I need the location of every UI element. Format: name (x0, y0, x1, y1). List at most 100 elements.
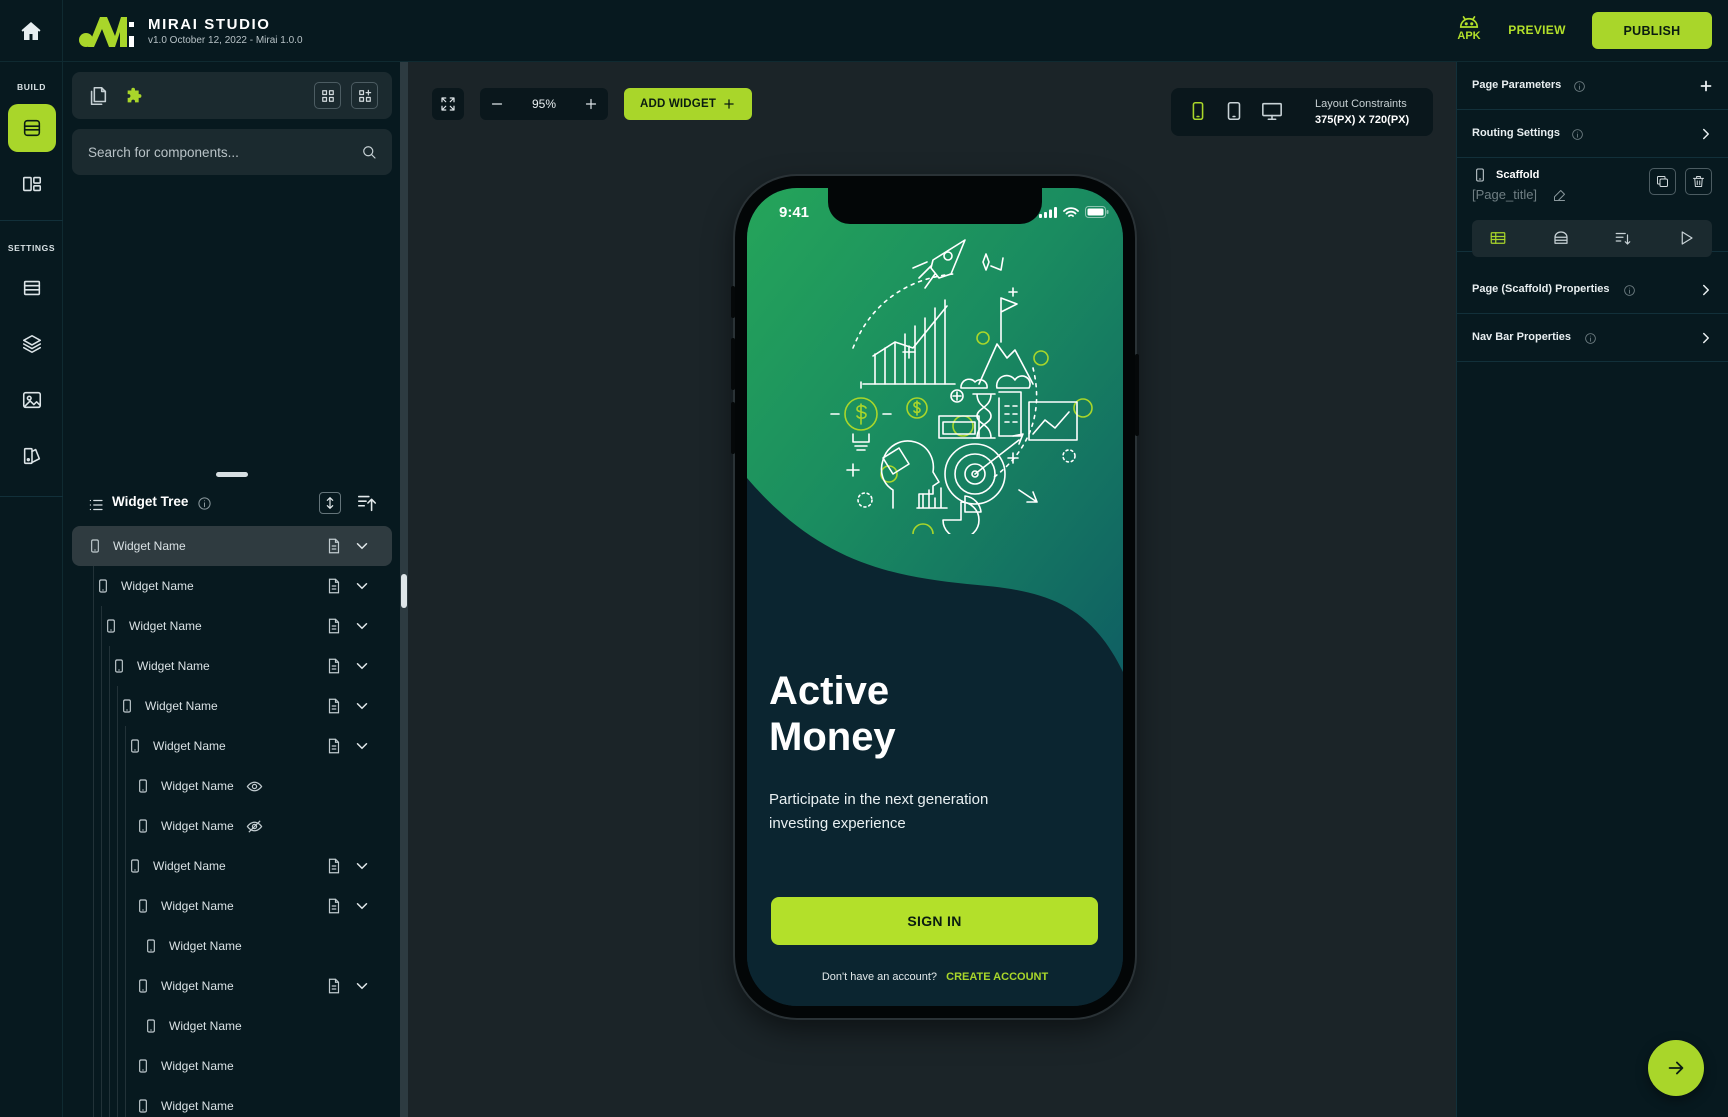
expand-all-button[interactable] (319, 492, 341, 514)
document-icon[interactable] (325, 977, 343, 995)
add-component-button[interactable] (351, 82, 378, 109)
phone-icon (131, 739, 139, 753)
tree-row[interactable]: Widget Name (135, 766, 392, 806)
collapse-all-icon[interactable] (356, 492, 378, 514)
grid-view-button[interactable] (314, 82, 341, 109)
tablet-device-icon[interactable] (1223, 100, 1245, 122)
pages-tab[interactable] (85, 83, 111, 109)
tree-row[interactable]: Widget Name (72, 526, 392, 566)
next-fab-button[interactable] (1648, 1040, 1704, 1096)
chevron-right-icon[interactable] (1697, 281, 1715, 299)
tree-row[interactable]: Widget Name (103, 606, 392, 646)
tree-row[interactable]: Widget Name (119, 686, 392, 726)
chevron-down-icon[interactable] (353, 657, 371, 675)
info-icon[interactable] (1623, 284, 1636, 297)
document-icon[interactable] (325, 737, 343, 755)
nav-bar-properties-row[interactable]: Nav Bar Properties (1457, 314, 1728, 362)
chevron-down-icon[interactable] (353, 617, 371, 635)
rail-theme-button[interactable] (8, 432, 56, 480)
chevron-down-icon[interactable] (353, 577, 371, 595)
component-search (72, 129, 392, 175)
zoom-out-icon[interactable] (488, 95, 506, 113)
device-selector: Layout Constraints 375(PX) X 720(PX) (1171, 88, 1433, 136)
preview-button[interactable]: PREVIEW (1500, 13, 1574, 47)
tree-row[interactable]: Widget Name (135, 1086, 392, 1117)
document-icon[interactable] (325, 897, 343, 915)
document-icon[interactable] (325, 617, 343, 635)
tree-row[interactable]: Widget Name (135, 806, 392, 846)
tree-row[interactable]: Widget Name (95, 566, 392, 606)
sign-in-button[interactable]: SIGN IN (771, 897, 1098, 945)
layout-constraints-label: Layout Constraints (1315, 98, 1407, 110)
tree-row[interactable]: Widget Name (135, 886, 392, 926)
apk-button[interactable]: APK (1452, 14, 1486, 42)
page-properties-row[interactable]: Page (Scaffold) Properties (1457, 266, 1728, 314)
components-tab[interactable] (122, 83, 148, 109)
page-parameters-label: Page Parameters (1472, 79, 1562, 91)
scaffold-page-title[interactable]: [Page_title] (1472, 187, 1537, 202)
home-icon (21, 22, 41, 40)
scaffold-tabs (1472, 220, 1712, 257)
add-parameter-icon[interactable] (1697, 77, 1715, 95)
search-input[interactable] (88, 129, 348, 175)
desktop-device-icon[interactable] (1261, 100, 1283, 122)
phone-side-button (1135, 354, 1139, 436)
panel-resize-handle[interactable] (63, 472, 400, 478)
properties-tab-icon[interactable] (1489, 229, 1507, 247)
chevron-down-icon[interactable] (353, 897, 371, 915)
add-widget-button[interactable]: ADD WIDGET (624, 88, 752, 120)
search-icon[interactable] (360, 143, 378, 161)
chevron-down-icon[interactable] (353, 537, 371, 555)
rail-list-button[interactable] (8, 264, 56, 312)
document-icon[interactable] (325, 697, 343, 715)
duplicate-button[interactable] (1649, 168, 1676, 195)
edit-icon[interactable] (1552, 188, 1567, 203)
routing-settings-row[interactable]: Routing Settings (1457, 110, 1728, 158)
document-icon[interactable] (325, 537, 343, 555)
eye-off-icon[interactable] (246, 818, 263, 835)
create-account-link[interactable]: CREATE ACCOUNT (946, 971, 1048, 983)
home-button[interactable] (0, 0, 63, 62)
tree-row[interactable]: Widget Name (135, 966, 392, 1006)
info-icon[interactable] (1573, 80, 1586, 93)
rail-widget-builder-button[interactable] (8, 104, 56, 152)
page-properties-label: Page (Scaffold) Properties (1472, 283, 1610, 295)
tree-row[interactable]: Widget Name (135, 1046, 392, 1086)
tree-row[interactable]: Widget Name (111, 646, 392, 686)
chevron-down-icon[interactable] (353, 857, 371, 875)
tree-row-label: Widget Name (153, 739, 226, 753)
info-icon[interactable] (1571, 128, 1584, 141)
eye-icon[interactable] (246, 778, 263, 795)
sort-tab-icon[interactable] (1614, 229, 1632, 247)
phone-screen[interactable]: 9:41 Active Money Participate in the nex… (747, 188, 1123, 1006)
delete-button[interactable] (1685, 168, 1712, 195)
page-parameters-row[interactable]: Page Parameters (1457, 62, 1728, 110)
rail-layers-button[interactable] (8, 320, 56, 368)
theme-icon (23, 447, 41, 465)
publish-button[interactable]: PUBLISH (1592, 12, 1712, 49)
document-icon[interactable] (325, 657, 343, 675)
document-icon[interactable] (325, 857, 343, 875)
zoom-in-icon[interactable] (582, 95, 600, 113)
tree-row[interactable]: Widget Name (127, 846, 392, 886)
mobile-device-icon[interactable] (1187, 100, 1209, 122)
info-icon[interactable] (1584, 332, 1597, 345)
actions-tab-icon[interactable] (1677, 229, 1695, 247)
document-icon[interactable] (325, 577, 343, 595)
backend-tab-icon[interactable] (1552, 229, 1570, 247)
rail-media-button[interactable] (8, 376, 56, 424)
chevron-right-icon[interactable] (1697, 125, 1715, 143)
scrollbar-thumb[interactable] (401, 574, 407, 608)
chevron-right-icon[interactable] (1697, 329, 1715, 347)
chevron-down-icon[interactable] (353, 697, 371, 715)
tree-row[interactable]: Widget Name (127, 726, 392, 766)
tree-row[interactable]: Widget Name (143, 1006, 392, 1046)
rail-layout-button[interactable] (8, 160, 56, 208)
tree-row[interactable]: Widget Name (143, 926, 392, 966)
scaffold-section: Scaffold [Page_title] (1457, 158, 1728, 257)
wifi-icon (1063, 206, 1079, 217)
fit-to-screen-button[interactable] (432, 88, 464, 120)
chevron-down-icon[interactable] (353, 737, 371, 755)
chevron-down-icon[interactable] (353, 977, 371, 995)
info-icon[interactable] (197, 496, 212, 511)
